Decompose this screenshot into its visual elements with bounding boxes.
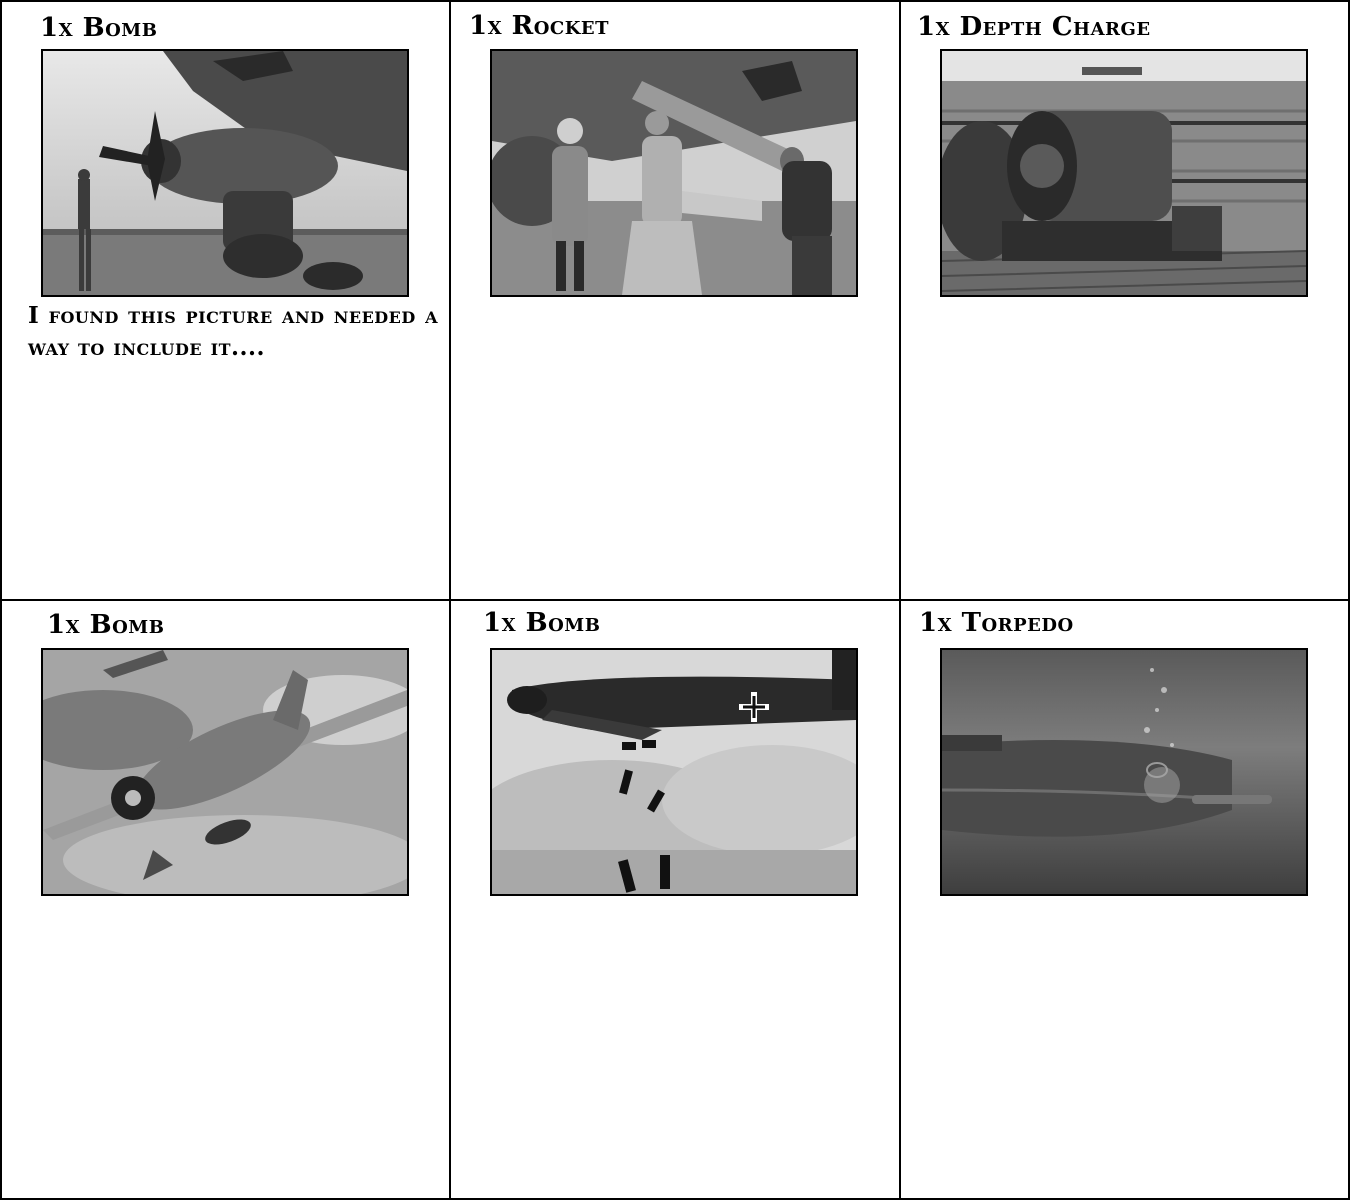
dive-bomber-photo (43, 51, 407, 295)
card-depth-charge: 1x Depth Charge (901, 2, 1349, 600)
card-title: 1x Bomb (40, 13, 158, 43)
card-image (41, 49, 409, 297)
card-image (940, 49, 1308, 297)
card-sheet: 1x Bomb I found this picture and needed … (0, 0, 1350, 1200)
card-image (490, 49, 858, 297)
card-image (490, 648, 858, 896)
card-torpedo: 1x Torpedo (901, 601, 1349, 1199)
card-rocket: 1x Rocket (451, 2, 899, 600)
rocket-loading-photo (492, 51, 856, 295)
bomber-drop-photo (492, 650, 856, 894)
card-image (41, 648, 409, 896)
card-bomb-1: 1x Bomb I found this picture and needed … (2, 2, 450, 600)
torpedo-painting (942, 650, 1306, 894)
card-title: 1x Bomb (47, 610, 165, 640)
card-bomb-2: 1x Bomb (2, 601, 450, 1199)
card-title: 1x Bomb (483, 608, 601, 638)
depth-charge-photo (942, 51, 1306, 295)
card-bomb-3: 1x Bomb (451, 601, 899, 1199)
card-title: 1x Torpedo (919, 608, 1074, 638)
card-note: I found this picture and needed a way to… (28, 302, 438, 361)
fighter-bomb-painting (43, 650, 407, 894)
card-title: 1x Depth Charge (917, 12, 1151, 42)
card-image (940, 648, 1308, 896)
card-title: 1x Rocket (469, 11, 609, 41)
